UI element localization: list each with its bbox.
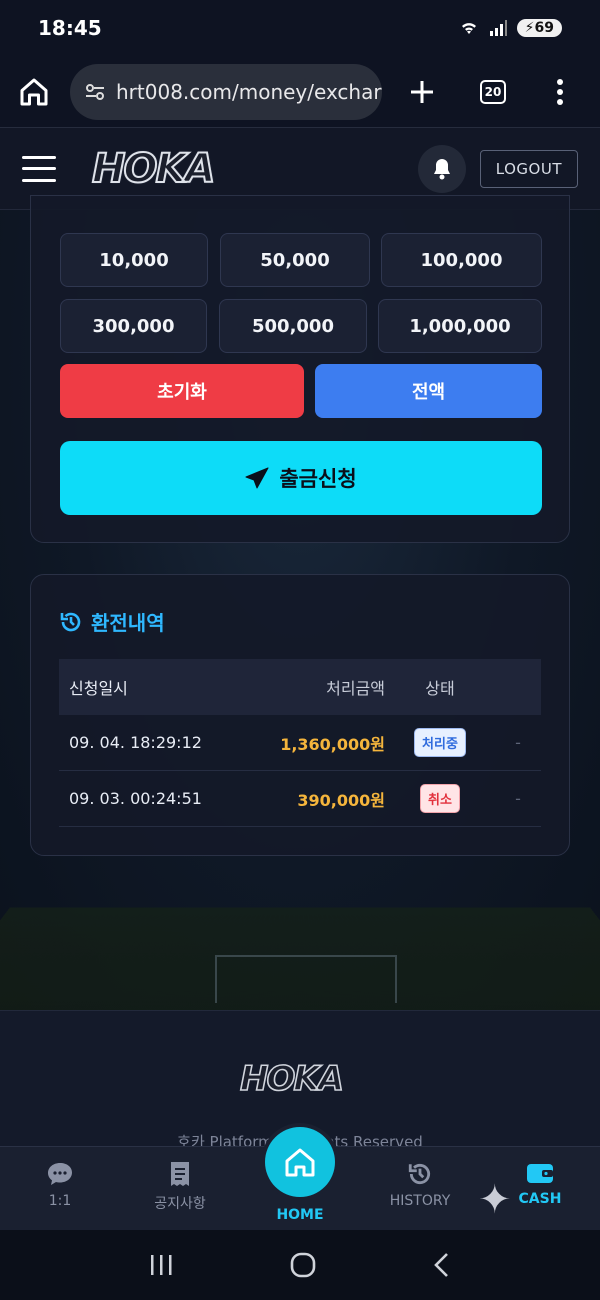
amount-button-300000[interactable]: 300,000 [60,299,207,353]
bottom-navigation: 1:1 공지사항 HOME HISTORY ✦ CASH [0,1127,600,1230]
amount-button-10000[interactable]: 10,000 [60,233,208,287]
site-settings-icon[interactable] [84,82,106,102]
table-row: 09. 03. 00:24:51 390,000원 취소 - [59,771,541,827]
more-menu-icon[interactable] [556,78,564,106]
notification-button[interactable] [417,144,466,193]
history-icon [60,612,81,631]
status-badge: 취소 [420,784,460,813]
battery-indicator: ⚡69 [516,19,562,37]
home-icon [285,1148,315,1177]
nav-chat-label: 1:1 [48,1193,72,1209]
history-table-header: 신청일시 처리금액 상태 [59,659,541,715]
col-header-status: 상태 [425,679,455,698]
status-icons: ⚡69 [459,19,562,37]
history-table: 신청일시 처리금액 상태 09. 04. 18:29:12 1,360,000원… [59,659,541,827]
table-row: 09. 04. 18:29:12 1,360,000원 처리중 - [59,715,541,771]
site-logo[interactable]: HOKA [91,145,216,193]
wifi-icon [461,23,476,34]
logout-button[interactable]: LOGOUT [479,149,578,188]
amount-button-100000[interactable]: 100,000 [381,233,542,287]
footer-logo: HOKA [239,1058,345,1100]
nav-cash[interactable]: CASH [495,1161,585,1207]
recent-apps-icon[interactable] [148,1253,174,1277]
row-date: 09. 04. 18:29:12 [69,733,202,752]
system-navigation-bar [0,1230,600,1300]
url-text: hrt008.com/money/exchar [116,79,382,104]
withdraw-panel: 10,000 50,000 100,000 300,000 500,000 1,… [30,195,570,543]
row-status: 처리중 [385,728,495,757]
nav-home-button[interactable] [265,1127,335,1197]
status-badge: 처리중 [414,728,466,757]
nav-notice-label: 공지사항 [154,1196,206,1212]
chat-icon [48,1163,72,1185]
app-screen: 18:45 ⚡69 hrt008.com/money/exchar 20 HOK… [0,0,600,1300]
tab-count: 20 [484,84,502,99]
withdraw-submit-label: 출금신청 [279,467,357,491]
amount-button-500000[interactable]: 500,000 [219,299,367,353]
row-status: 취소 [385,784,495,813]
signal-icon [489,20,507,36]
new-tab-icon[interactable] [408,78,436,106]
goal-graphic [215,955,397,1003]
history-icon [408,1163,430,1185]
status-bar: 18:45 ⚡69 [0,0,600,56]
home-icon[interactable] [16,74,52,110]
all-amount-button[interactable]: 전액 [315,364,542,418]
nav-notice[interactable]: 공지사항 [135,1161,225,1213]
receipt-icon [171,1162,189,1186]
browser-toolbar: hrt008.com/money/exchar 20 [0,56,600,128]
home-circle-icon[interactable] [289,1251,317,1279]
status-time: 18:45 [38,16,102,40]
amount-button-1000000[interactable]: 1,000,000 [378,299,542,353]
nav-chat[interactable]: 1:1 [15,1161,105,1209]
menu-icon[interactable] [22,155,56,182]
row-extra: - [515,789,521,808]
paper-plane-icon [245,467,269,489]
nav-home-label[interactable]: HOME [260,1207,340,1223]
reset-button[interactable]: 초기화 [60,364,304,418]
row-amount: 390,000원 [297,790,385,810]
amount-button-50000[interactable]: 50,000 [220,233,370,287]
withdraw-submit-button[interactable]: 출금신청 [60,441,542,515]
tab-switcher-button[interactable]: 20 [480,79,506,104]
row-date: 09. 03. 00:24:51 [69,789,202,808]
col-header-amount: 처리금액 [326,679,385,698]
bell-icon [433,158,450,179]
nav-history[interactable]: HISTORY [375,1161,465,1209]
back-icon[interactable] [432,1251,452,1279]
wallet-icon [527,1164,553,1183]
nav-history-label: HISTORY [389,1193,451,1209]
exchange-history-panel: 환전내역 신청일시 처리금액 상태 09. 04. 18:29:12 1,360… [30,574,570,856]
address-bar[interactable]: hrt008.com/money/exchar [70,63,382,120]
nav-cash-label: CASH [518,1191,562,1207]
col-header-date: 신청일시 [69,679,128,698]
row-amount: 1,360,000원 [280,734,385,754]
row-extra: - [515,733,521,752]
history-title-text: 환전내역 [91,611,165,635]
history-title: 환전내역 [59,607,165,636]
battery-level: 69 [534,20,554,36]
